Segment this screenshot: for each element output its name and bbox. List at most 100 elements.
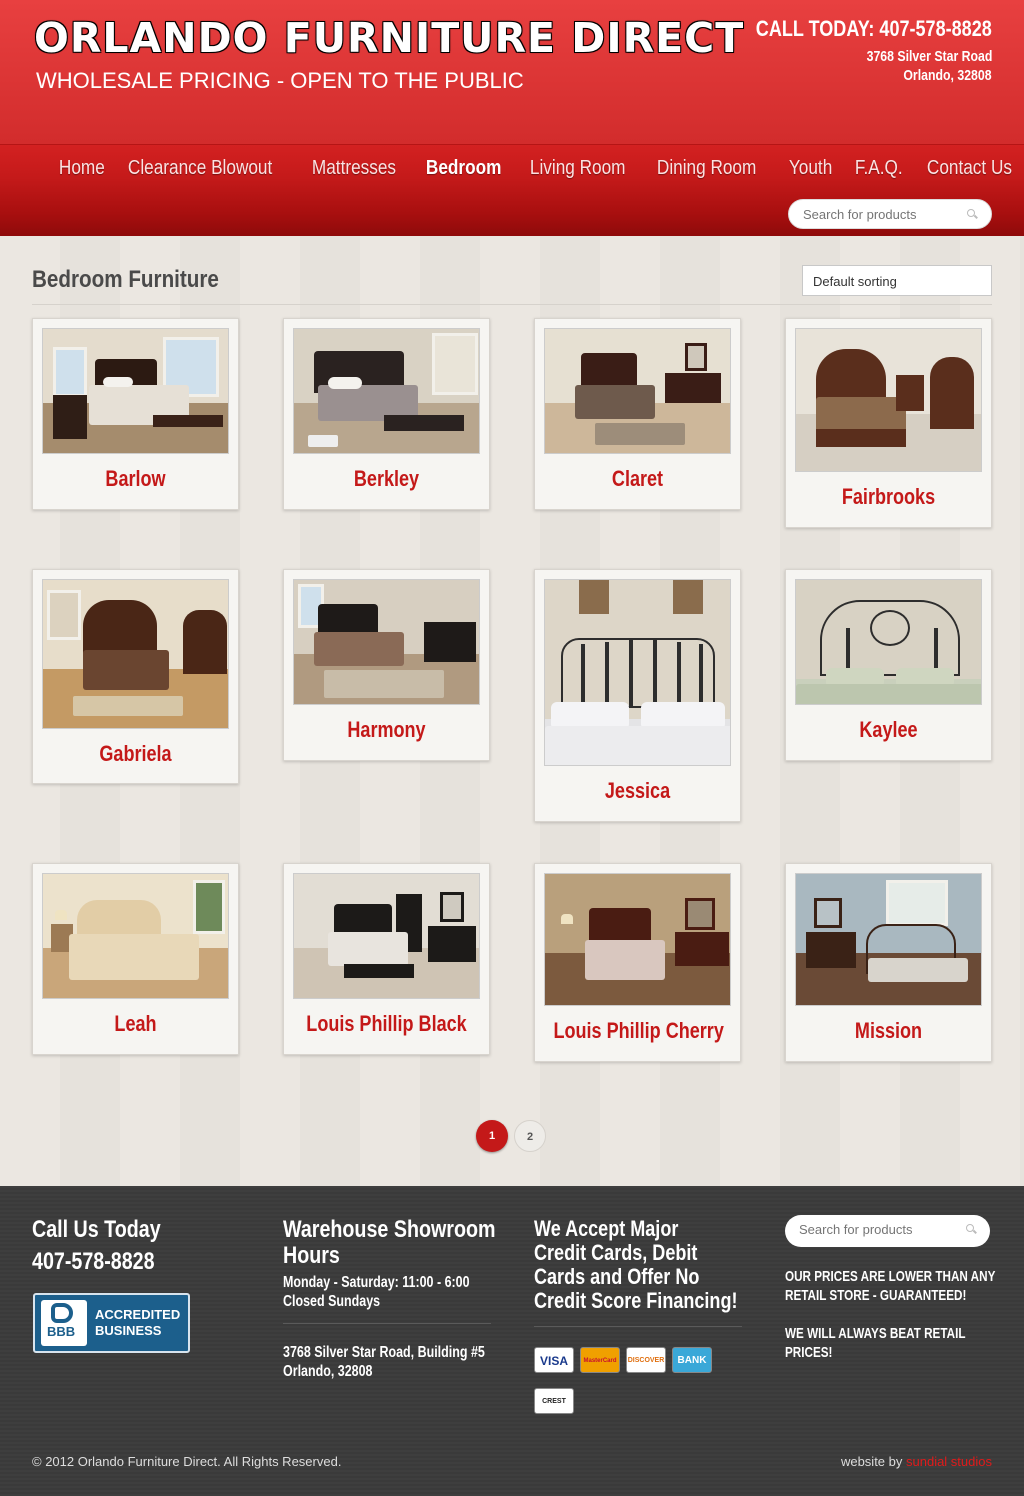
nav-item-youth[interactable]: Youth bbox=[776, 157, 845, 180]
footer-hours-line-1: Monday - Saturday: 11:00 - 6:00 bbox=[283, 1274, 470, 1291]
product-name-berkley[interactable]: Berkley bbox=[302, 466, 470, 492]
nav-item-dining-room[interactable]: Dining Room bbox=[644, 157, 769, 180]
page-1-button[interactable]: 1 bbox=[476, 1120, 508, 1152]
visa-card-icon: VISA bbox=[534, 1347, 574, 1373]
nav-item-clearance-blowout[interactable]: Clearance Blowout bbox=[115, 157, 285, 180]
header-search-box[interactable] bbox=[788, 199, 992, 229]
product-card-gabriela[interactable]: Gabriela bbox=[32, 569, 239, 784]
nav-item-bedroom[interactable]: Bedroom bbox=[413, 157, 514, 180]
footer-hours-line-2: Closed Sundays bbox=[283, 1293, 381, 1310]
credit-prefix: website by bbox=[840, 1454, 903, 1469]
bank-card-icon: BANK bbox=[672, 1347, 712, 1373]
bedroom-photo bbox=[545, 329, 730, 453]
product-name-fairbrooks[interactable]: Fairbrooks bbox=[804, 484, 972, 510]
product-card-fairbrooks[interactable]: Fairbrooks bbox=[785, 318, 992, 528]
footer-search-box[interactable] bbox=[785, 1215, 990, 1247]
footer-address-line-2: Orlando, 32808 bbox=[283, 1363, 373, 1380]
credit-link[interactable]: sundial studios bbox=[906, 1454, 992, 1469]
bedroom-photo bbox=[294, 329, 479, 453]
bedroom-photo bbox=[796, 580, 981, 704]
bedroom-photo bbox=[796, 329, 981, 471]
product-image-claret[interactable] bbox=[544, 328, 731, 454]
sort-select[interactable]: Default sorting bbox=[802, 265, 992, 296]
product-name-harmony[interactable]: Harmony bbox=[302, 717, 470, 743]
footer-guarantee-1a: OUR PRICES ARE LOWER THAN ANY bbox=[785, 1268, 996, 1285]
footer-call-heading: Call Us Today bbox=[32, 1216, 161, 1243]
main-nav: Home Clearance Blowout Mattresses Bedroo… bbox=[46, 157, 1024, 180]
footer-divider bbox=[283, 1323, 491, 1324]
nav-item-mattresses[interactable]: Mattresses bbox=[299, 157, 409, 180]
product-card-louis-phillip-black[interactable]: Louis Phillip Black bbox=[283, 863, 490, 1055]
product-name-kaylee[interactable]: Kaylee bbox=[804, 717, 972, 743]
bedroom-photo bbox=[294, 580, 479, 704]
product-card-berkley[interactable]: Berkley bbox=[283, 318, 490, 510]
footer-hours-heading-1: Warehouse Showroom bbox=[283, 1216, 496, 1243]
product-image-leah[interactable] bbox=[42, 873, 229, 999]
product-image-barlow[interactable] bbox=[42, 328, 229, 454]
footer-divider bbox=[534, 1326, 742, 1327]
footer-hours-heading-2: Hours bbox=[283, 1242, 340, 1269]
header-search-input[interactable] bbox=[803, 207, 953, 222]
site-header: ORLANDO FURNITURE DIRECT WHOLESALE PRICI… bbox=[0, 0, 1024, 236]
nav-item-faq[interactable]: F.A.Q. bbox=[842, 157, 916, 180]
product-name-barlow[interactable]: Barlow bbox=[51, 466, 219, 492]
product-card-claret[interactable]: Claret bbox=[534, 318, 741, 510]
product-card-barlow[interactable]: Barlow bbox=[32, 318, 239, 510]
bedroom-photo bbox=[545, 580, 730, 765]
footer-guarantee-1b: RETAIL STORE - GUARANTEED! bbox=[785, 1287, 967, 1304]
page-2-button[interactable]: 2 bbox=[514, 1120, 546, 1152]
bbb-logo-icon: BBB bbox=[41, 1300, 87, 1346]
product-name-jessica[interactable]: Jessica bbox=[553, 778, 721, 804]
title-divider bbox=[32, 304, 992, 305]
mastercard-icon: MasterCard bbox=[580, 1347, 620, 1373]
crest-financing-icon: CREST bbox=[534, 1388, 574, 1414]
bedroom-photo bbox=[796, 874, 981, 1005]
footer-guarantee-2a: WE WILL ALWAYS BEAT RETAIL bbox=[785, 1325, 966, 1342]
copyright-text: © 2012 Orlando Furniture Direct. All Rig… bbox=[32, 1454, 342, 1469]
site-title[interactable]: ORLANDO FURNITURE DIRECT bbox=[34, 14, 744, 62]
product-image-mission[interactable] bbox=[795, 873, 982, 1006]
bedroom-photo bbox=[43, 580, 228, 728]
footer-credit-heading-3: Cards and Offer No bbox=[534, 1264, 700, 1289]
product-name-louis-phillip-cherry[interactable]: Louis Phillip Cherry bbox=[553, 1018, 723, 1044]
bedroom-photo bbox=[545, 874, 730, 1005]
product-image-louis-phillip-black[interactable] bbox=[293, 873, 480, 999]
product-name-leah[interactable]: Leah bbox=[51, 1011, 219, 1037]
product-card-kaylee[interactable]: Kaylee bbox=[785, 569, 992, 761]
footer-credit-heading-2: Credit Cards, Debit bbox=[534, 1240, 698, 1265]
footer-address-line-1: 3768 Silver Star Road, Building #5 bbox=[283, 1344, 485, 1361]
search-icon[interactable] bbox=[966, 1224, 974, 1232]
product-card-louis-phillip-cherry[interactable]: Louis Phillip Cherry bbox=[534, 863, 741, 1062]
product-image-berkley[interactable] bbox=[293, 328, 480, 454]
footer-credit-heading-4: Credit Score Financing! bbox=[534, 1288, 738, 1313]
footer-credit-heading-1: We Accept Major bbox=[534, 1216, 679, 1241]
product-image-kaylee[interactable] bbox=[795, 579, 982, 705]
footer-search-input[interactable] bbox=[799, 1222, 949, 1237]
product-card-jessica[interactable]: Jessica bbox=[534, 569, 741, 822]
product-card-leah[interactable]: Leah bbox=[32, 863, 239, 1055]
bedroom-photo bbox=[43, 874, 228, 998]
product-image-jessica[interactable] bbox=[544, 579, 731, 766]
product-name-gabriela[interactable]: Gabriela bbox=[51, 741, 219, 767]
main-nav-bar: Home Clearance Blowout Mattresses Bedroo… bbox=[0, 144, 1024, 236]
header-address-street: 3768 Silver Star Road bbox=[866, 48, 992, 65]
product-name-claret[interactable]: Claret bbox=[553, 466, 721, 492]
product-name-louis-phillip-black[interactable]: Louis Phillip Black bbox=[302, 1011, 470, 1037]
product-image-louis-phillip-cherry[interactable] bbox=[544, 873, 731, 1006]
nav-item-home[interactable]: Home bbox=[46, 157, 118, 180]
nav-item-living-room[interactable]: Living Room bbox=[517, 157, 638, 180]
product-card-harmony[interactable]: Harmony bbox=[283, 569, 490, 761]
bbb-accredited-badge[interactable]: BBB ACCREDITED BUSINESS bbox=[33, 1293, 190, 1353]
bedroom-photo bbox=[294, 874, 479, 998]
page-title: Bedroom Furniture bbox=[32, 266, 219, 293]
bedroom-photo bbox=[43, 329, 228, 453]
product-card-mission[interactable]: Mission bbox=[785, 863, 992, 1062]
search-icon[interactable] bbox=[967, 209, 975, 217]
discover-card-icon: DISCOVER bbox=[626, 1347, 666, 1373]
product-name-mission[interactable]: Mission bbox=[804, 1018, 972, 1044]
call-today-phone: CALL TODAY: 407-578-8828 bbox=[756, 16, 992, 41]
product-image-harmony[interactable] bbox=[293, 579, 480, 705]
product-image-fairbrooks[interactable] bbox=[795, 328, 982, 472]
product-image-gabriela[interactable] bbox=[42, 579, 229, 729]
nav-item-contact-us[interactable]: Contact Us bbox=[914, 157, 1024, 180]
